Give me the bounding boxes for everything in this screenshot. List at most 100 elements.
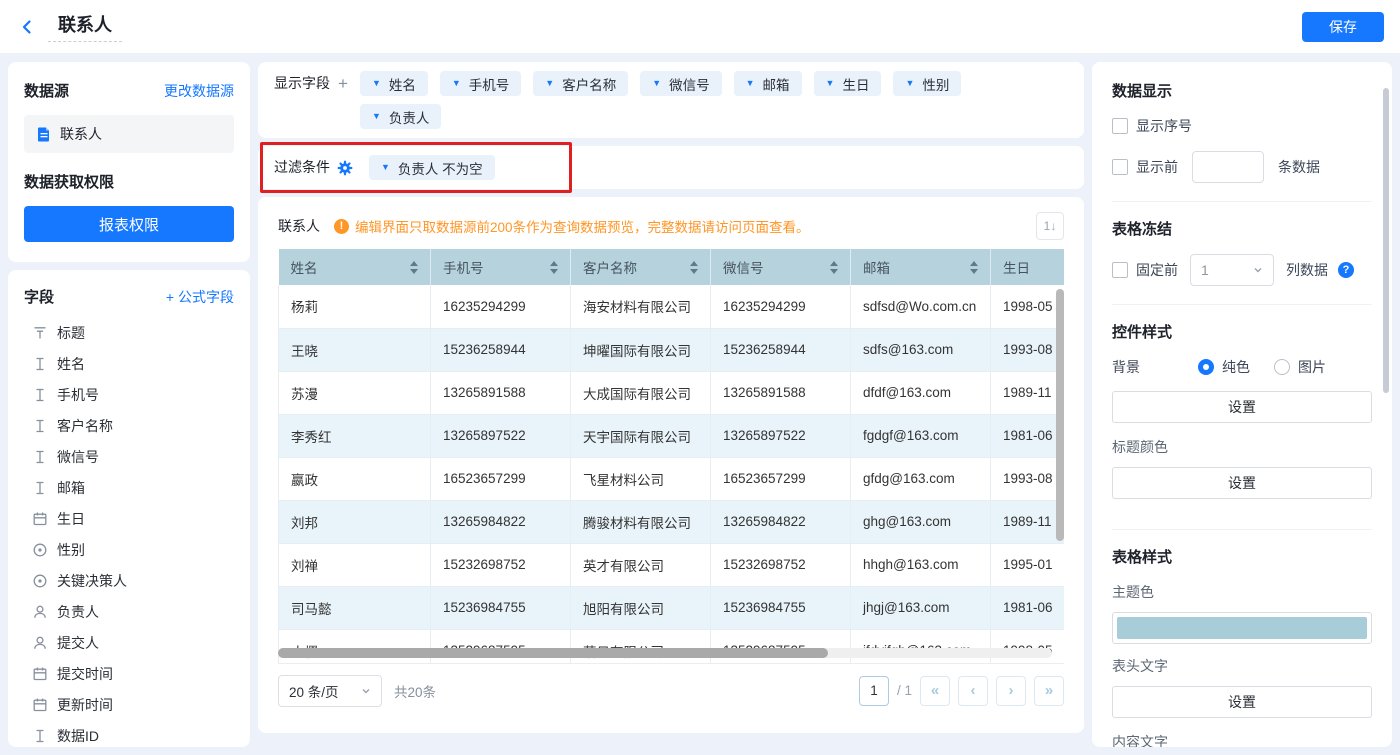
pager-nav: « ‹ › » [920, 675, 1064, 706]
show-first-checkbox[interactable] [1112, 159, 1128, 175]
chevron-down-icon [1254, 268, 1262, 273]
person-icon [32, 604, 48, 620]
person-icon [32, 635, 48, 651]
filter-chip[interactable]: ▼ 负责人 不为空 [369, 155, 495, 180]
column-header[interactable]: 邮箱 [850, 249, 991, 285]
field-item[interactable]: 客户名称 [24, 410, 234, 441]
show-first-count-input[interactable] [1192, 151, 1264, 183]
table-cell: 腾骏材料有限公司 [570, 500, 711, 544]
header-text-set-button[interactable]: 设置 [1112, 686, 1372, 718]
table-cell: 英才有限公司 [570, 543, 711, 587]
background-set-button[interactable]: 设置 [1112, 391, 1372, 423]
preview-table: 姓名 手机号 客户名称 微信号 邮箱 生日 杨莉 16235294299 海安材料有限公司 16… [278, 249, 1064, 663]
field-item[interactable]: 关键决策人 [24, 565, 234, 596]
widget-style-title: 控件样式 [1112, 324, 1173, 341]
last-page-button[interactable]: » [1034, 675, 1064, 706]
table-cell: 1995-01 [990, 543, 1064, 587]
add-display-field-button[interactable]: + [336, 71, 350, 96]
text-icon [32, 449, 48, 465]
freeze-suffix-label: 列数据 [1286, 262, 1328, 278]
field-item[interactable]: 更新时间 [24, 689, 234, 720]
display-field-chip[interactable]: ▼ 生日 [813, 71, 882, 96]
field-item[interactable]: 提交时间 [24, 658, 234, 689]
table-cell: 13265984822 [430, 500, 571, 544]
chip-label: 姓名 [388, 77, 416, 93]
theme-color-swatch[interactable] [1112, 612, 1372, 644]
table-cell: ghg@163.com [850, 500, 991, 544]
back-button[interactable] [16, 16, 38, 38]
display-field-chip[interactable]: ▼ 姓名 [359, 71, 428, 96]
add-formula-field-link[interactable]: + 公式字段 [166, 287, 234, 307]
display-field-chip[interactable]: ▼ 邮箱 [733, 71, 802, 96]
data-display-title: 数据显示 [1112, 83, 1173, 100]
data-table: 姓名 手机号 客户名称 微信号 邮箱 生日 杨莉 16235294299 海安材料有限公司 16… [278, 249, 1064, 663]
field-item[interactable]: 生日 [24, 503, 234, 534]
field-item[interactable]: 微信号 [24, 441, 234, 472]
sort-carets-icon [550, 260, 558, 274]
datasource-item[interactable]: 联系人 [24, 115, 234, 153]
freeze-checkbox[interactable] [1112, 262, 1128, 278]
right-sidebar: 数据显示 显示序号 显示前 条数据 表格冻结 固定前 1 列数据 ? 控件样式 … [1092, 62, 1392, 747]
field-item[interactable]: 性别 [24, 534, 234, 565]
freeze-count-select[interactable]: 1 [1190, 254, 1274, 286]
first-page-button[interactable]: « [920, 675, 950, 706]
next-page-button[interactable]: › [996, 675, 1026, 706]
field-item[interactable]: 邮箱 [24, 472, 234, 503]
title-color-label: 标题颜色 [1112, 439, 1168, 455]
column-header-inner: 姓名 [291, 257, 418, 277]
column-header-label: 邮箱 [863, 261, 890, 276]
column-header[interactable]: 手机号 [430, 249, 571, 285]
field-item[interactable]: 姓名 [24, 348, 234, 379]
solid-color-radio[interactable] [1198, 359, 1214, 375]
show-index-checkbox[interactable] [1112, 118, 1128, 134]
field-item[interactable]: 标题 [24, 317, 234, 348]
field-item[interactable]: 手机号 [24, 379, 234, 410]
change-datasource-link[interactable]: 更改数据源 [164, 81, 234, 101]
prev-page-button[interactable]: ‹ [958, 675, 988, 706]
save-button[interactable]: 保存 [1302, 11, 1384, 42]
column-header-inner: 邮箱 [863, 257, 978, 277]
text-icon [32, 418, 48, 434]
field-label: 负责人 [57, 603, 99, 620]
field-item[interactable]: 数据ID [24, 720, 234, 747]
column-header-label: 手机号 [443, 261, 484, 276]
table-cell: dfdf@163.com [850, 371, 991, 415]
column-header[interactable]: 微信号 [710, 249, 851, 285]
text-icon [32, 356, 48, 372]
sort-button[interactable]: 1↓ [1036, 212, 1064, 240]
column-header[interactable]: 姓名 [278, 249, 431, 285]
filter-chip-label: 负责人 不为空 [397, 161, 483, 177]
display-field-chip[interactable]: ▼ 微信号 [640, 71, 722, 96]
title-color-set-button[interactable]: 设置 [1112, 467, 1372, 499]
display-field-chip[interactable]: ▼ 手机号 [439, 71, 522, 96]
help-icon[interactable]: ? [1338, 262, 1354, 278]
field-item[interactable]: 负责人 [24, 596, 234, 627]
display-fields-panel: 显示字段 + ▼ 姓名 ▼ 手机号 ▼ 客户名称 ▼ 微信号 ▼ 邮箱 ▼ 生日 ▼ 性别 ▼ 负责人 [258, 62, 1084, 138]
table-cell: 13265897522 [710, 414, 851, 458]
freeze-title: 表格冻结 [1112, 221, 1173, 238]
chip-label: 邮箱 [762, 77, 790, 93]
right-panel-scrollbar[interactable] [1383, 88, 1389, 393]
page-input[interactable]: 1 [858, 675, 889, 706]
image-radio[interactable] [1274, 359, 1290, 375]
display-field-chip[interactable]: ▼ 客户名称 [533, 71, 629, 96]
table-cell: 坤曜国际有限公司 [570, 328, 711, 372]
display-field-chip[interactable]: ▼ 性别 [893, 71, 962, 96]
column-header[interactable]: 生日 [990, 249, 1064, 285]
page-size-select[interactable]: 20 条/页 [278, 674, 382, 707]
horizontal-scrollbar[interactable] [278, 648, 828, 658]
field-label: 生日 [57, 510, 85, 527]
pager: 1 / 1 « ‹ › » [858, 675, 1064, 706]
pagination-bar: 20 条/页 共20条 1 / 1 « ‹ › » [278, 663, 1064, 717]
field-item[interactable]: 提交人 [24, 627, 234, 658]
display-field-chip[interactable]: ▼ 负责人 [359, 104, 442, 129]
fields-title: 字段 [24, 289, 55, 306]
vertical-scrollbar[interactable] [1056, 289, 1064, 541]
filter-settings-gear-icon[interactable] [337, 160, 353, 176]
table-cell: 海安材料有限公司 [570, 285, 711, 329]
column-header[interactable]: 客户名称 [570, 249, 711, 285]
report-permission-button[interactable]: 报表权限 [24, 206, 234, 242]
text-icon [32, 728, 48, 744]
calendar-icon [32, 511, 48, 527]
settings-panel: 数据显示 显示序号 显示前 条数据 表格冻结 固定前 1 列数据 ? 控件样式 … [1092, 62, 1392, 747]
